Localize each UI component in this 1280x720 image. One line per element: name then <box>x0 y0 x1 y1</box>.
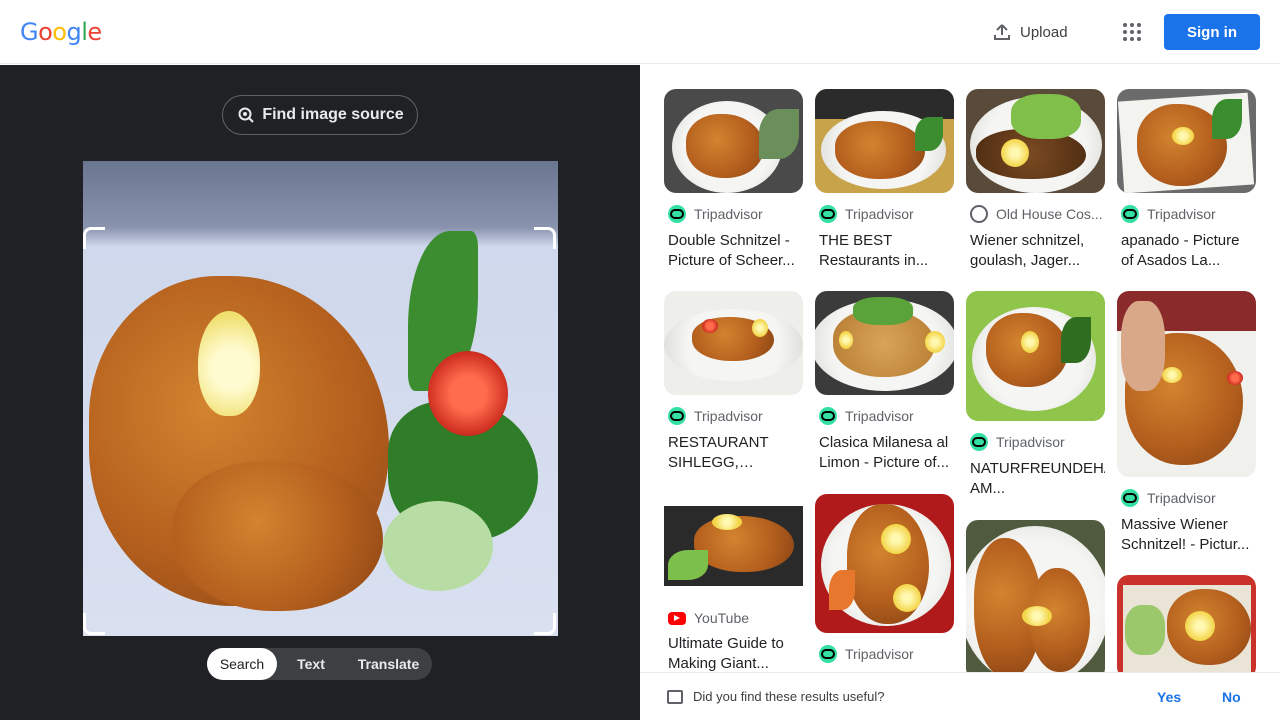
result-title[interactable]: NATURFREUNDEHAUS AM... <box>966 459 1105 499</box>
result-thumbnail[interactable] <box>664 291 803 395</box>
feedback-yes-button[interactable]: Yes <box>1157 689 1181 705</box>
result-source-label: Tripadvisor <box>845 206 914 222</box>
result-title[interactable]: Wiener schnitzel, goulash, Jager... <box>966 231 1105 271</box>
lens-mode-switcher: Search Text Translate <box>207 648 432 680</box>
upload-label: Upload <box>1020 23 1068 41</box>
result-card[interactable]: Old House Cos... Wiener schnitzel, goula… <box>966 89 1105 271</box>
result-card[interactable]: Tripadvisor THE BEST Restaurants in... <box>815 89 954 271</box>
feedback-icon <box>667 689 683 704</box>
result-thumbnail[interactable] <box>966 520 1105 672</box>
globe-icon <box>970 205 988 223</box>
mode-text-tab[interactable]: Text <box>277 648 345 680</box>
result-card[interactable]: Tripadvisor Double Schnitzel - Picture o… <box>664 89 803 271</box>
crop-handle-bottom-left[interactable] <box>83 613 105 635</box>
google-logo[interactable]: Google <box>20 18 102 46</box>
result-source-label: Tripadvisor <box>996 434 1065 450</box>
result-source-label: Old House Cos... <box>996 206 1103 222</box>
upload-button[interactable]: Upload <box>992 20 1068 44</box>
feedback-question: Did you find these results useful? <box>693 689 885 704</box>
crop-handle-bottom-right[interactable] <box>534 613 556 635</box>
result-thumbnail[interactable] <box>815 494 954 633</box>
result-card[interactable]: Tripadvisor RESTAURANT SIHLEGG, Wollera.… <box>664 291 803 473</box>
crop-selection-box[interactable] <box>83 227 556 635</box>
result-source-label: Tripadvisor <box>694 408 763 424</box>
result-title[interactable]: Clasica Milanesa al Limon - Picture of..… <box>815 433 954 473</box>
result-source: Tripadvisor <box>1117 205 1256 223</box>
feedback-no-button[interactable]: No <box>1222 689 1241 705</box>
result-thumbnail[interactable] <box>1117 575 1256 672</box>
result-source-label: Tripadvisor <box>694 206 763 222</box>
query-panel: Find image source Search Text Translate <box>0 65 640 720</box>
result-source: Tripadvisor <box>1117 489 1256 507</box>
result-card[interactable] <box>1117 575 1256 672</box>
tripadvisor-icon <box>1121 205 1139 223</box>
result-title[interactable]: RESTAURANT SIHLEGG, Wollera... <box>664 433 803 473</box>
result-source: Tripadvisor <box>966 433 1105 451</box>
result-thumbnail[interactable] <box>664 494 803 598</box>
result-card[interactable]: Tripadvisor apanado - Picture of Asados … <box>1117 89 1256 271</box>
result-source: Old House Cos... <box>966 205 1105 223</box>
logo-letter: o <box>38 18 53 46</box>
logo-letter: g <box>66 18 82 46</box>
visual-matches: Tripadvisor Double Schnitzel - Picture o… <box>640 65 1280 672</box>
tripadvisor-icon <box>668 205 686 223</box>
result-source: YouTube <box>664 610 803 626</box>
result-source-label: Tripadvisor <box>845 408 914 424</box>
find-image-source-button[interactable]: Find image source <box>222 95 418 135</box>
youtube-icon <box>668 611 686 625</box>
tripadvisor-icon <box>819 645 837 663</box>
result-source-label: Tripadvisor <box>1147 490 1216 506</box>
result-source-label: YouTube <box>694 610 750 626</box>
feedback-bar: Did you find these results useful? Yes N… <box>640 672 1280 720</box>
crop-handle-top-left[interactable] <box>83 227 105 249</box>
mode-search-tab[interactable]: Search <box>207 648 277 680</box>
sign-in-button[interactable]: Sign in <box>1164 14 1260 50</box>
result-source-label: Tripadvisor <box>845 646 914 662</box>
tripadvisor-icon <box>668 407 686 425</box>
logo-letter: e <box>87 18 102 46</box>
crop-handle-top-right[interactable] <box>534 227 556 249</box>
result-thumbnail[interactable] <box>1117 291 1256 477</box>
result-card[interactable]: Tripadvisor NATURFREUNDEHAUS AM... <box>966 291 1105 499</box>
find-image-source-label: Find image source <box>262 106 404 123</box>
result-title[interactable]: Massive Wiener Schnitzel! - Pictur... <box>1117 515 1256 555</box>
result-card[interactable]: Tripadvisor <box>815 494 954 663</box>
result-source: Tripadvisor <box>815 407 954 425</box>
result-thumbnail[interactable] <box>664 89 803 193</box>
result-source: Tripadvisor <box>815 205 954 223</box>
tripadvisor-icon <box>1121 489 1139 507</box>
apps-grid-icon[interactable] <box>1120 20 1144 44</box>
result-title[interactable]: Ultimate Guide to Making Giant... <box>664 634 803 672</box>
logo-letter: G <box>20 18 39 46</box>
result-thumbnail[interactable] <box>1117 89 1256 193</box>
mode-translate-tab[interactable]: Translate <box>345 648 432 680</box>
result-thumbnail[interactable] <box>815 291 954 395</box>
top-bar: Google Upload Sign in <box>0 0 1280 64</box>
result-thumbnail[interactable] <box>966 291 1105 421</box>
result-card[interactable]: YouTube Ultimate Guide to Making Giant..… <box>664 494 803 672</box>
result-source: Tripadvisor <box>815 645 954 663</box>
result-source: Tripadvisor <box>664 407 803 425</box>
upload-icon <box>994 24 1010 40</box>
result-card[interactable] <box>966 520 1105 672</box>
result-thumbnail[interactable] <box>966 89 1105 193</box>
result-title[interactable]: Double Schnitzel - Picture of Scheer... <box>664 231 803 271</box>
result-thumbnail[interactable] <box>815 89 954 193</box>
result-source-label: Tripadvisor <box>1147 206 1216 222</box>
lens-search-icon <box>238 107 255 123</box>
logo-letter: o <box>52 18 67 46</box>
result-title[interactable]: apanado - Picture of Asados La... <box>1117 231 1256 271</box>
result-title[interactable]: THE BEST Restaurants in... <box>815 231 954 271</box>
result-card[interactable]: Tripadvisor Massive Wiener Schnitzel! - … <box>1117 291 1256 555</box>
result-source: Tripadvisor <box>664 205 803 223</box>
result-card[interactable]: Tripadvisor Clasica Milanesa al Limon - … <box>815 291 954 473</box>
tripadvisor-icon <box>970 433 988 451</box>
tripadvisor-icon <box>819 407 837 425</box>
tripadvisor-icon <box>819 205 837 223</box>
